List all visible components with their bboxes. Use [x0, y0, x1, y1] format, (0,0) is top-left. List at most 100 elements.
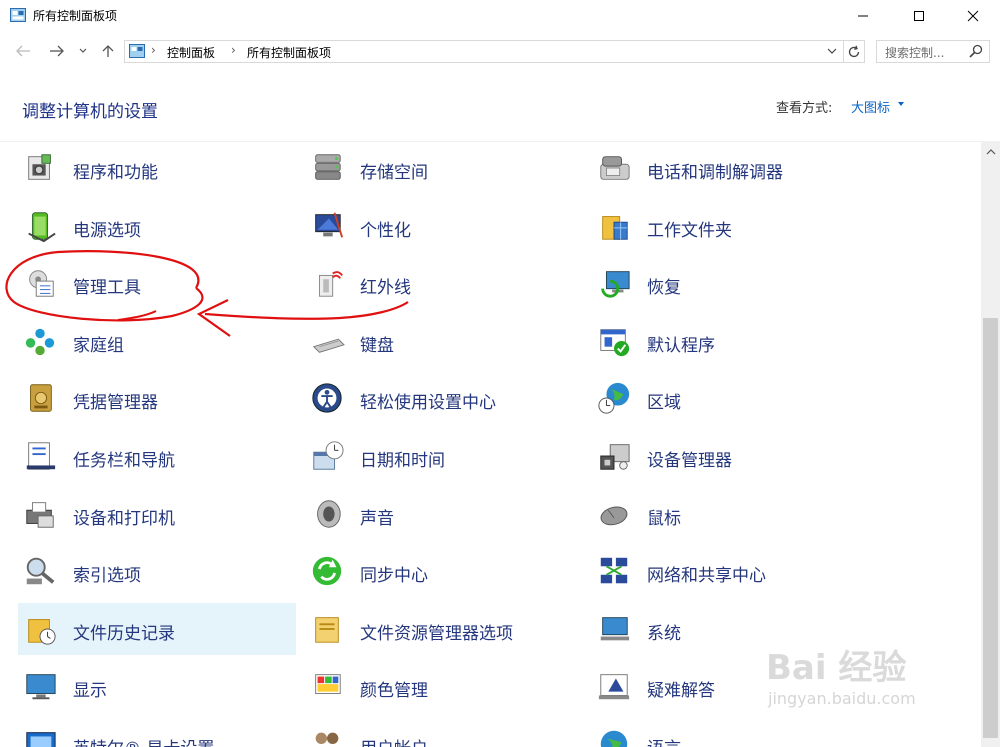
control-panel-item[interactable]: 英特尔® 显卡设置 — [18, 718, 296, 747]
breadcrumb-separator-icon: › — [231, 43, 236, 57]
refresh-button[interactable] — [844, 40, 865, 63]
control-panel-item[interactable]: 日期和时间 — [305, 430, 583, 482]
item-label: 键盘 — [360, 335, 394, 356]
mouse-icon — [600, 506, 628, 525]
control-panel-item[interactable]: 工作文件夹 — [592, 200, 870, 252]
control-panel-item[interactable]: 默认程序 — [592, 315, 870, 367]
color-management-icon — [315, 674, 341, 695]
back-button[interactable] — [12, 40, 34, 62]
recent-locations-button[interactable] — [76, 40, 90, 62]
control-panel-small-icon — [129, 44, 145, 58]
search-placeholder: 搜索控制... — [885, 46, 945, 60]
baidu-watermark: Bai 经验 jingyan.baidu.com — [766, 640, 916, 708]
view-by-dropdown[interactable]: 大图标 — [851, 97, 890, 116]
maximize-button[interactable] — [896, 0, 942, 31]
control-panel-item[interactable]: 显示 — [18, 660, 296, 712]
scroll-up-button[interactable] — [981, 142, 1000, 162]
control-panel-item[interactable]: 电话和调制解调器 — [592, 142, 870, 194]
page-title: 调整计算机的设置 — [22, 102, 158, 122]
credential-manager-icon — [30, 384, 52, 413]
item-label: 任务栏和导航 — [73, 451, 175, 471]
control-panel-item[interactable]: 家庭组 — [18, 315, 296, 367]
item-label: 管理工具 — [73, 278, 141, 299]
window-title: 所有控制面板项 — [33, 9, 118, 23]
personalization-icon — [315, 212, 344, 238]
indexing-icon — [26, 557, 55, 585]
scrollbar-thumb[interactable] — [983, 318, 998, 738]
item-label: 红外线 — [360, 278, 411, 299]
forward-button[interactable] — [46, 40, 68, 62]
item-label: 疑难解答 — [647, 681, 715, 702]
search-input[interactable]: 搜索控制... — [876, 40, 990, 63]
control-panel-item[interactable]: 任务栏和导航 — [18, 430, 296, 482]
storage-spaces-icon — [315, 154, 341, 180]
item-label: 网络和共享中心 — [647, 566, 766, 587]
item-label: 语言 — [647, 734, 681, 747]
up-button[interactable] — [97, 40, 119, 62]
breadcrumb-control-panel[interactable]: 控制面板 — [167, 44, 215, 61]
network-sharing-icon — [600, 557, 628, 584]
date-time-icon — [313, 441, 344, 470]
control-panel-item[interactable]: 个性化 — [305, 200, 583, 252]
control-panel-item[interactable]: 轻松使用设置中心 — [305, 372, 583, 424]
item-label: 存储空间 — [360, 163, 428, 183]
forward-arrow-icon — [50, 45, 64, 57]
work-folders-icon — [602, 215, 628, 240]
item-label: 默认程序 — [647, 335, 715, 356]
devices-printers-icon — [26, 501, 54, 528]
dropdown-arrow-icon[interactable] — [898, 102, 904, 106]
item-label: 声音 — [360, 508, 394, 529]
control-panel-item[interactable]: 键盘 — [305, 315, 583, 367]
control-panel-item[interactable]: 红外线 — [305, 257, 583, 309]
minimize-button[interactable] — [840, 0, 886, 31]
keyboard-icon — [312, 338, 345, 353]
control-panel-item[interactable]: 用户帐户 — [305, 718, 583, 747]
title-bar: 所有控制面板项 — [0, 0, 1000, 31]
close-icon — [967, 10, 979, 21]
item-label: 恢复 — [647, 278, 681, 299]
item-label: 区域 — [647, 393, 681, 414]
item-label: 程序和功能 — [73, 163, 158, 183]
control-panel-item[interactable]: 索引选项 — [18, 545, 296, 597]
sync-center-icon — [312, 557, 342, 586]
ease-of-access-icon — [312, 383, 342, 414]
default-programs-icon — [600, 328, 630, 356]
control-panel-item[interactable]: 电源选项 — [18, 200, 296, 252]
view-by-label: 查看方式: — [776, 101, 833, 116]
control-panel-item[interactable]: 文件资源管理器选项 — [305, 603, 583, 655]
control-panel-item[interactable]: 管理工具 — [18, 257, 296, 309]
back-arrow-icon — [16, 45, 30, 57]
device-manager-icon — [600, 444, 630, 470]
control-panel-item[interactable]: 网络和共享中心 — [592, 545, 870, 597]
control-panel-item[interactable]: 鼠标 — [592, 488, 870, 540]
address-history-button[interactable] — [823, 41, 841, 61]
item-label: 工作文件夹 — [647, 220, 732, 241]
control-panel-item[interactable]: 凭据管理器 — [18, 372, 296, 424]
item-label: 个性化 — [360, 220, 411, 241]
item-label: 文件历史记录 — [73, 623, 175, 644]
control-panel-item[interactable]: 颜色管理 — [305, 660, 583, 712]
control-panel-item[interactable]: 设备和打印机 — [18, 488, 296, 540]
control-panel-item[interactable]: 程序和功能 — [18, 142, 296, 194]
control-panel-item[interactable]: 声音 — [305, 488, 583, 540]
item-label: 颜色管理 — [360, 681, 428, 702]
item-label: 设备管理器 — [647, 451, 732, 471]
address-bar[interactable]: › 控制面板 › 所有控制面板项 — [124, 40, 844, 63]
close-button[interactable] — [950, 0, 996, 31]
item-label: 文件资源管理器选项 — [360, 623, 513, 644]
control-panel-item[interactable]: 恢复 — [592, 257, 870, 309]
control-panel-item[interactable]: 设备管理器 — [592, 430, 870, 482]
control-panel-item[interactable]: 存储空间 — [305, 142, 583, 194]
control-panel-item[interactable]: 区域 — [592, 372, 870, 424]
item-label: 轻松使用设置中心 — [360, 393, 496, 414]
admin-tools-icon — [29, 270, 54, 297]
system-icon — [600, 616, 630, 641]
display-icon — [26, 674, 56, 700]
control-panel-item[interactable]: 同步中心 — [305, 545, 583, 597]
control-panel-item[interactable]: 文件历史记录 — [18, 602, 296, 655]
chevron-down-icon — [79, 48, 87, 53]
breadcrumb-all-items[interactable]: 所有控制面板项 — [247, 44, 331, 61]
chevron-up-icon — [986, 149, 995, 155]
control-panel-item[interactable]: 语言 — [592, 718, 870, 747]
vertical-scrollbar[interactable] — [981, 142, 1000, 747]
